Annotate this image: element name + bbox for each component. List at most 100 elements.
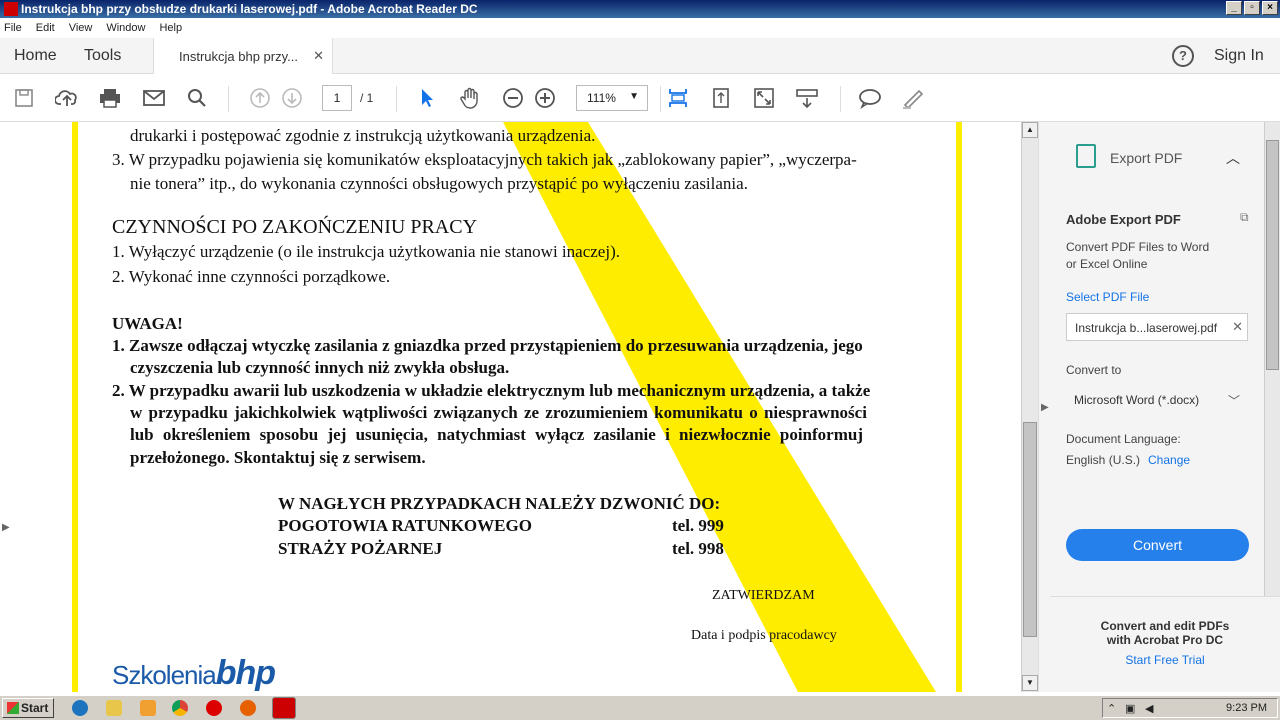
firefox-icon[interactable] [240,700,256,716]
select-cursor-icon[interactable] [415,86,439,110]
upload-cloud-icon[interactable] [55,86,79,110]
hand-tool-icon[interactable] [458,86,482,110]
menu-view[interactable]: View [69,22,93,34]
menu-file[interactable]: File [4,22,22,34]
document-viewport[interactable]: ▶ drukarki i postępować zgodnie z instru… [0,122,1038,692]
help-icon[interactable]: ? [1172,45,1194,67]
previous-page-icon[interactable] [248,86,272,110]
doc-line: drukarki i postępować zgodnie z instrukc… [130,126,596,145]
fire-brigade-number: tel. 998 [672,539,724,558]
document-language-value: English (U.S.) [1066,453,1141,467]
page-number-input[interactable]: 1 [322,85,352,111]
start-free-trial-link[interactable]: Start Free Trial [1050,653,1280,667]
network-icon[interactable]: ▣ [1125,702,1135,715]
export-pdf-icon [1076,144,1096,168]
document-tab[interactable]: Instrukcja bhp przy... ✕ [153,38,333,75]
next-page-icon[interactable] [280,86,304,110]
sign-in-link[interactable]: Sign In [1214,47,1264,65]
acrobat-app-icon [4,2,18,16]
comment-icon[interactable] [858,86,882,110]
zoom-select[interactable]: 111% ▼ [576,85,648,111]
windows-taskbar: Start ⌃ ▣ ◀ 9:23 PM [0,694,1280,720]
scroll-thumb[interactable] [1023,422,1037,637]
approval-label: ZATWIERDZAM [712,588,815,603]
close-tab-icon[interactable]: ✕ [313,48,324,64]
zoom-out-icon[interactable] [501,86,525,110]
rotate-page-icon[interactable] [709,86,733,110]
doc-line: 1. Wyłączyć urządzenie (o ile instrukcja… [112,242,620,261]
fire-brigade-label: STRAŻY POŻARNEJ [278,539,443,558]
doc-line: przełożonego. Skontaktuj się z serwisem. [130,448,426,467]
ambulance-number: tel. 999 [672,516,724,535]
zoom-value: 111% [587,91,616,105]
signature-label: Data i podpis pracodawcy [691,628,837,643]
fit-page-icon[interactable] [666,86,690,110]
promo-line1: Convert and edit PDFs [1100,619,1230,633]
restore-button[interactable]: ▫ [1244,1,1260,15]
tab-bar: Home Tools Instrukcja bhp przy... ✕ [0,38,1280,75]
chevron-down-icon: ﹀ [1227,394,1240,408]
full-screen-icon[interactable] [752,86,776,110]
tray-arrow-icon[interactable]: ⌃ [1107,702,1116,715]
toolbar: 1 / 1 111% ▼ [0,74,1280,122]
section-heading: CZYNNOŚCI PO ZAKOŃCZENIU PRACY [112,216,478,238]
menu-window[interactable]: Window [106,22,145,34]
doc-line: 3. W przypadku pojawienia się komunikató… [112,150,857,169]
export-desc-line1: Convert PDF Files to Word [1066,240,1210,254]
copy-icon[interactable]: ⧉ [1240,210,1249,225]
convert-to-select[interactable]: Microsoft Word (*.docx) ﹀ [1066,386,1248,414]
menu-help[interactable]: Help [159,22,182,34]
pdf-page: drukarki i postępować zgodnie z instrukc… [72,122,962,692]
right-pane-scrollbar[interactable] [1264,122,1280,596]
doc-line: 1. Zawsze odłączaj wtyczkę zasilania z g… [112,336,863,355]
print-icon[interactable] [98,86,122,110]
export-pdf-header[interactable]: Export PDF [1110,150,1182,166]
save-icon[interactable] [12,86,36,110]
expand-left-panel-icon[interactable]: ▶ [2,522,10,533]
doc-line: 2. Wykonać inne czynności porządkowe. [112,267,391,286]
menu-edit[interactable]: Edit [36,22,55,34]
scroll-down-arrow[interactable]: ▼ [1022,675,1038,691]
toolbar-divider [396,86,397,112]
chevron-up-icon[interactable]: ︿ [1226,148,1240,168]
home-tab[interactable]: Home [14,47,57,65]
scroll-mode-icon[interactable] [795,86,819,110]
doc-line: lub określeniem sposobu jej usunięcia, n… [130,425,863,444]
chrome-icon[interactable] [172,700,188,716]
selected-file-field[interactable]: Instrukcja b...laserowej.pdf ✕ [1066,313,1248,341]
clear-file-icon[interactable]: ✕ [1232,319,1243,335]
toolbar-divider [660,86,661,112]
chevron-down-icon: ▼ [629,91,639,102]
acrobat-taskbar-icon[interactable] [272,697,296,719]
collapse-right-pane-icon[interactable]: ▶ [1041,402,1049,413]
file-explorer-icon[interactable] [106,700,122,716]
doc-line: czyszczenia lub czynność innych niż zwyk… [130,358,510,377]
email-icon[interactable] [142,86,166,110]
minimize-button[interactable]: _ [1226,1,1242,15]
menu-bar: File Edit View Window Help [0,18,1280,38]
search-icon[interactable] [185,86,209,110]
convert-button[interactable]: Convert [1066,529,1249,561]
document-scrollbar[interactable]: ▲ ▼ [1021,122,1038,692]
media-player-icon[interactable] [140,700,156,716]
toolbar-divider [228,86,229,112]
right-pane-scroll-thumb[interactable] [1266,140,1279,370]
warning-heading: UWAGA! [112,314,183,333]
scroll-up-arrow[interactable]: ▲ [1022,122,1038,138]
tools-tab[interactable]: Tools [84,47,121,65]
close-window-button[interactable]: × [1262,1,1278,15]
change-language-link[interactable]: Change [1148,453,1190,467]
right-pane-splitter[interactable]: ▶ [1038,122,1050,692]
convert-to-label: Convert to [1066,363,1122,377]
internet-explorer-icon[interactable] [72,700,88,716]
highlight-pen-icon[interactable] [901,86,925,110]
start-button[interactable]: Start [2,698,54,718]
speaker-icon[interactable]: ◀ [1145,702,1153,715]
start-label: Start [21,701,49,715]
page-total: / 1 [360,91,374,105]
clock: 9:23 PM [1226,702,1267,714]
zoom-in-icon[interactable] [533,86,557,110]
select-pdf-file-link[interactable]: Select PDF File [1066,290,1149,304]
opera-icon[interactable] [206,700,222,716]
doc-line: nie tonera” itp., do wykonania czynności… [130,174,748,193]
